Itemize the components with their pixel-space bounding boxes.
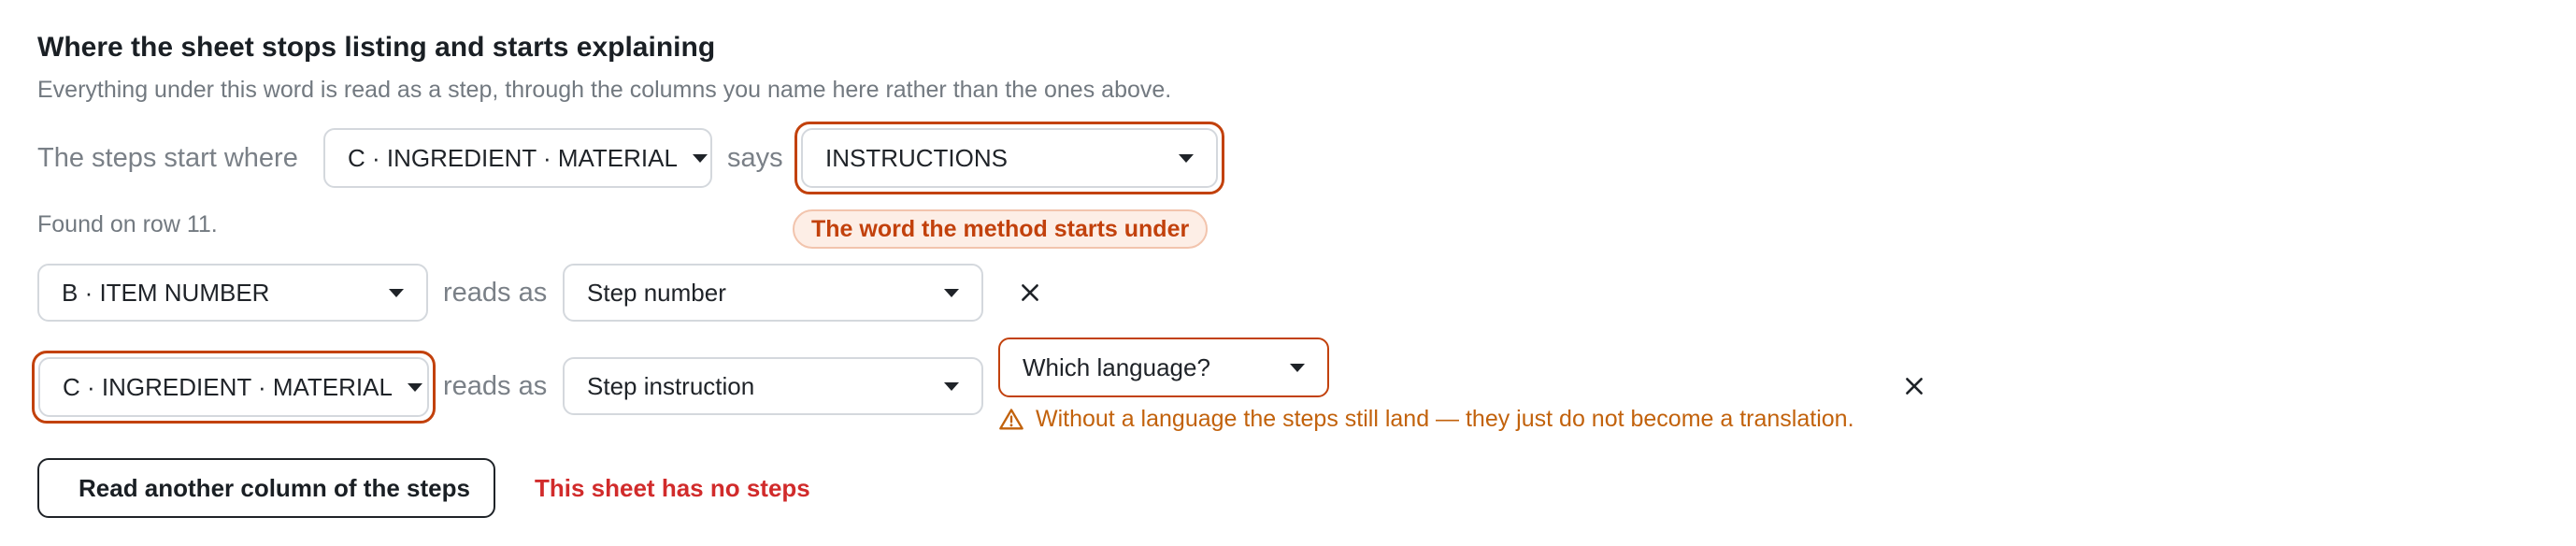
says-label: says: [727, 143, 783, 173]
chevron-down-icon: [389, 288, 404, 297]
mapping-column-select[interactable]: B · ITEM NUMBER: [37, 264, 428, 322]
mapping-field-value: Step number: [587, 278, 726, 307]
language-select-value: Which language?: [1023, 352, 1210, 381]
no-steps-error: This sheet has no steps: [535, 474, 810, 502]
mapping-field-select[interactable]: Step instruction: [563, 357, 983, 415]
add-step-column-button[interactable]: Read another column of the steps: [37, 458, 495, 518]
warning-triangle-icon: [999, 408, 1023, 429]
chevron-down-icon: [407, 382, 422, 392]
remove-mapping-button[interactable]: [1011, 274, 1049, 311]
language-warning-text: Without a language the steps still land …: [1036, 406, 1854, 432]
language-warning: Without a language the steps still land …: [998, 406, 1854, 433]
mapping-column-value: B · ITEM NUMBER: [62, 278, 270, 307]
mapping-field-select[interactable]: Step number: [563, 264, 983, 322]
section-title: Where the sheet stops listing and starts…: [37, 32, 716, 63]
steps-start-label: The steps start where: [37, 143, 298, 173]
chevron-down-icon: [1179, 153, 1194, 163]
start-word-select[interactable]: INSTRUCTIONS: [801, 128, 1218, 188]
start-word-hint-badge: The word the method starts under: [793, 209, 1209, 249]
start-word-select-focus-ring: INSTRUCTIONS: [794, 122, 1224, 194]
chevron-down-icon: [692, 153, 708, 163]
remove-mapping-button[interactable]: [1896, 367, 1933, 405]
close-icon: [1022, 284, 1038, 301]
mapping-column-value: C · INGREDIENT · MATERIAL: [63, 372, 393, 401]
found-row-text: Found on row 11.: [37, 211, 218, 237]
section-subtitle: Everything under this word is read as a …: [37, 77, 1172, 103]
mapping-column-select-focus-ring: C · INGREDIENT · MATERIAL: [32, 351, 436, 424]
start-word-value: INSTRUCTIONS: [825, 143, 1008, 172]
start-column-value: C · INGREDIENT · MATERIAL: [348, 143, 678, 172]
mapping-column-select[interactable]: C · INGREDIENT · MATERIAL: [38, 357, 429, 417]
close-icon: [1906, 378, 1923, 395]
start-column-select[interactable]: C · INGREDIENT · MATERIAL: [323, 128, 712, 188]
chevron-down-icon: [944, 288, 959, 297]
reads-as-label: reads as: [443, 278, 548, 308]
add-step-column-label: Read another column of the steps: [79, 473, 470, 502]
chevron-down-icon: [1290, 363, 1305, 372]
language-select[interactable]: Which language?: [998, 338, 1329, 397]
chevron-down-icon: [944, 381, 959, 391]
mapping-field-value: Step instruction: [587, 371, 755, 400]
reads-as-label: reads as: [443, 371, 548, 401]
